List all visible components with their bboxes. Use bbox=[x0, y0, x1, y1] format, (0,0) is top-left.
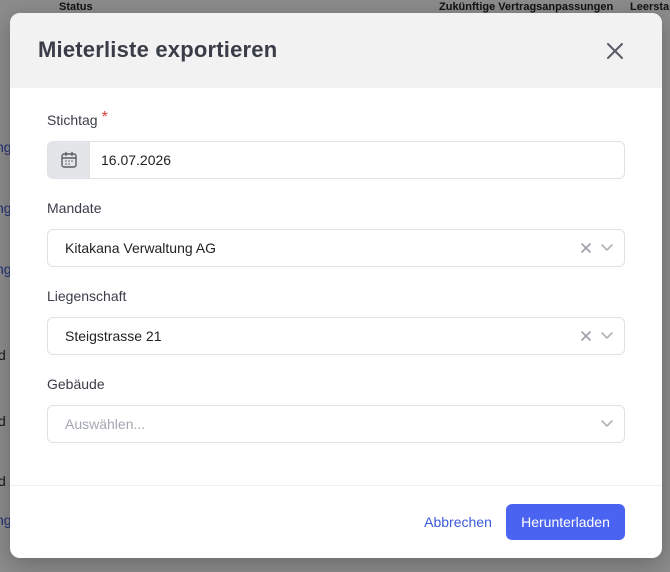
gebaeude-select[interactable]: Auswählen... bbox=[47, 405, 625, 443]
liegenschaft-label: Liegenschaft bbox=[47, 288, 127, 304]
cancel-button[interactable]: Abbrechen bbox=[418, 504, 498, 540]
chevron-down-icon[interactable] bbox=[600, 419, 614, 429]
liegenschaft-select[interactable]: Steigstrasse 21 bbox=[47, 317, 625, 355]
footer-divider bbox=[10, 485, 662, 486]
dialog-title: Mieterliste exportieren bbox=[38, 37, 278, 62]
stichtag-label-text: Stichtag bbox=[47, 112, 98, 128]
mandate-selected-value: Kitakana Verwaltung AG bbox=[65, 240, 216, 256]
clear-icon[interactable] bbox=[580, 242, 592, 254]
mandate-label: Mandate bbox=[47, 200, 102, 216]
gebaeude-label: Gebäude bbox=[47, 376, 105, 392]
chevron-down-icon[interactable] bbox=[600, 331, 614, 341]
export-tenant-list-dialog: Mieterliste exportieren Stichtag * 16.07… bbox=[10, 13, 662, 558]
close-icon bbox=[607, 43, 623, 59]
stichtag-value: 16.07.2026 bbox=[101, 152, 172, 168]
mandate-select[interactable]: Kitakana Verwaltung AG bbox=[47, 229, 625, 267]
stichtag-label: Stichtag * bbox=[47, 109, 108, 130]
stichtag-date-input[interactable]: 16.07.2026 bbox=[47, 141, 625, 179]
download-button[interactable]: Herunterladen bbox=[506, 504, 625, 540]
required-indicator: * bbox=[101, 109, 108, 126]
gebaeude-placeholder: Auswählen... bbox=[65, 416, 146, 432]
chevron-down-icon[interactable] bbox=[600, 243, 614, 253]
dialog-header: Mieterliste exportieren bbox=[10, 13, 662, 88]
date-picker-button[interactable] bbox=[48, 142, 90, 178]
liegenschaft-selected-value: Steigstrasse 21 bbox=[65, 328, 162, 344]
clear-icon[interactable] bbox=[580, 330, 592, 342]
calendar-icon bbox=[60, 151, 77, 168]
close-button[interactable] bbox=[604, 40, 626, 62]
